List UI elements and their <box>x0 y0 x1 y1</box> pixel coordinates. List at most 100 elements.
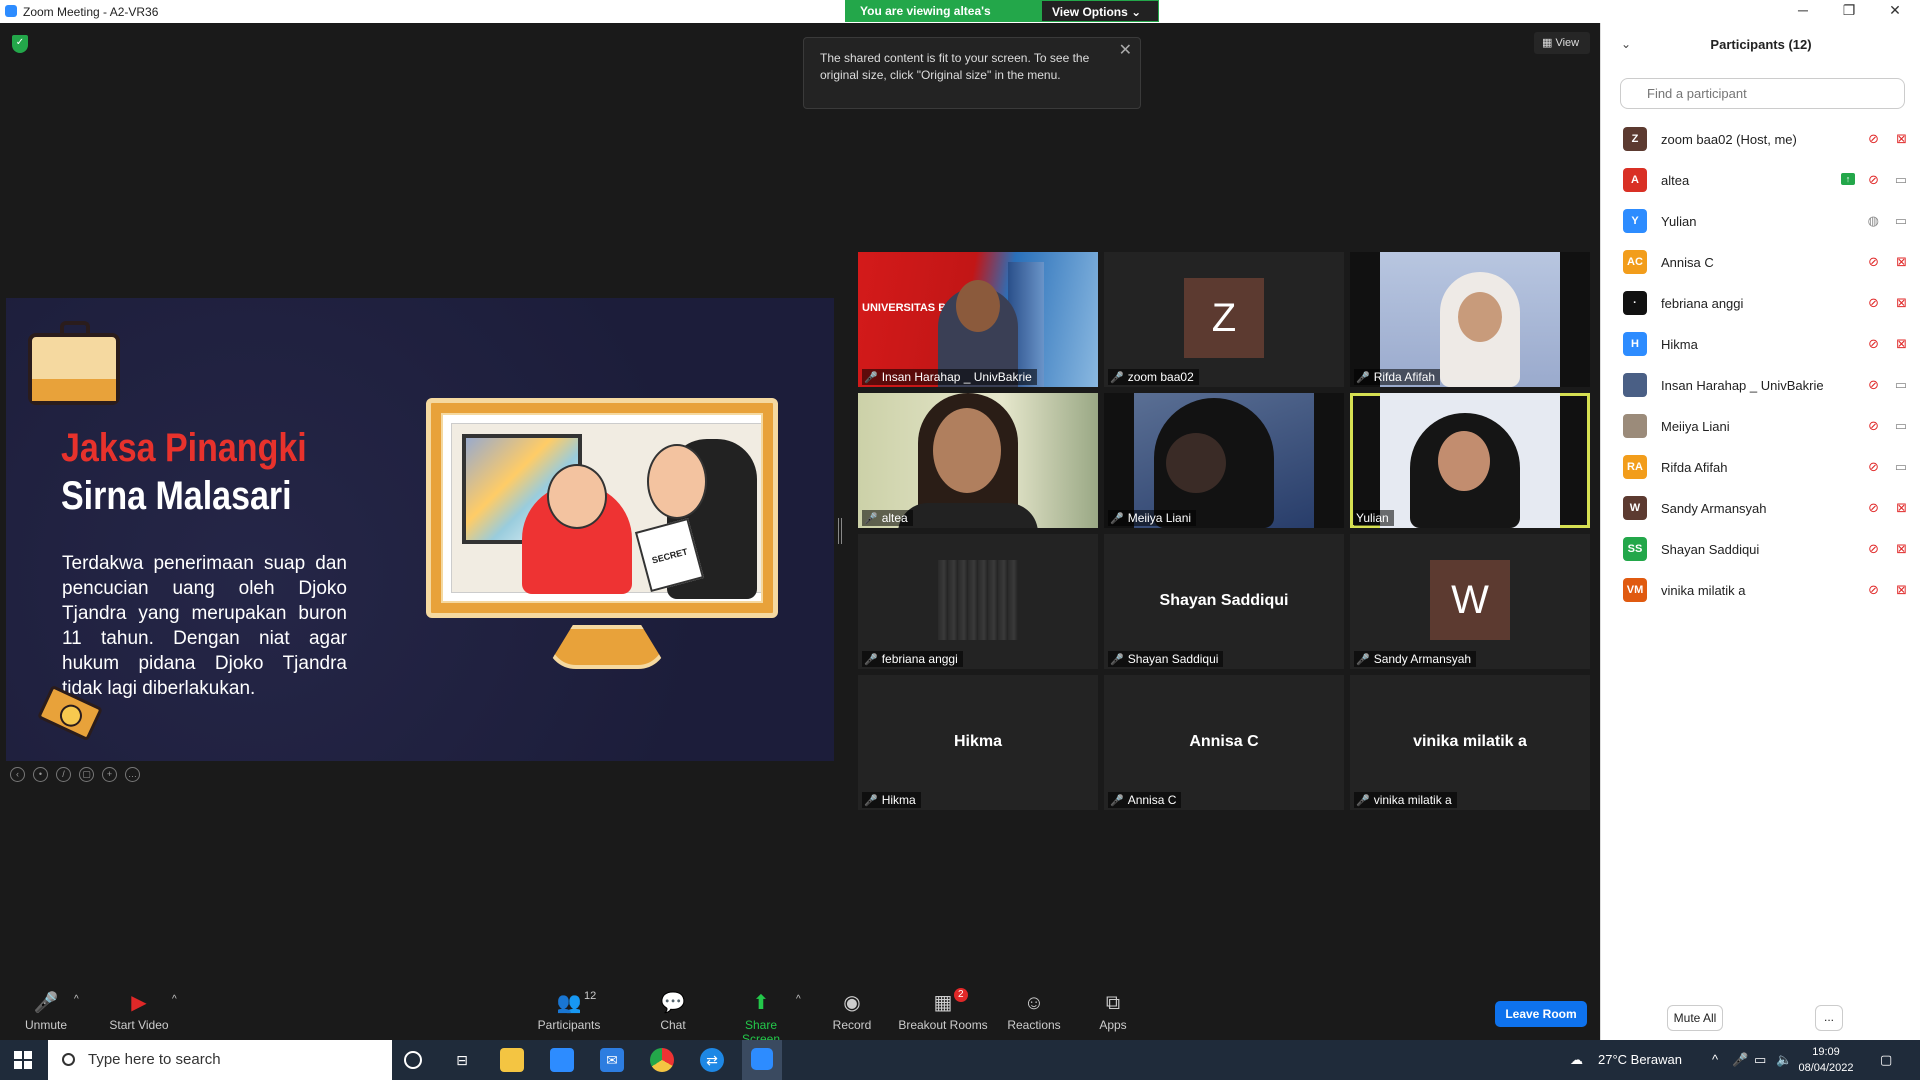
monitor-screen: SECRET <box>441 413 763 603</box>
mute-all-button[interactable]: Mute All <box>1667 1005 1723 1031</box>
shared-screen[interactable]: Jaksa Pinangki Sirna Malasari Terdakwa p… <box>6 298 834 761</box>
more-icon[interactable]: … <box>125 767 140 782</box>
tile-name: Hikma <box>881 793 916 807</box>
minimize-button[interactable]: ─ <box>1780 0 1826 23</box>
tray-expand-icon[interactable]: ^ <box>1712 1052 1718 1067</box>
view-options-button[interactable]: View Options ⌄ <box>1041 0 1159 22</box>
video-tile[interactable]: Annisa C 🎤 Annisa C <box>1104 675 1344 810</box>
briefcase-handle <box>60 321 90 335</box>
tile-name-label: 🎤 Sandy Armansyah <box>1354 651 1477 667</box>
avatar: · <box>1623 291 1647 315</box>
more-options-button[interactable]: ... <box>1815 1005 1843 1031</box>
mic-muted-icon: ⊘ <box>1868 254 1879 269</box>
task-view-icon[interactable]: ⊟ <box>450 1048 474 1072</box>
reactions-icon: ☺ <box>1023 992 1045 1014</box>
reactions-button[interactable]: ☺ Reactions <box>1006 992 1062 1032</box>
share-options-caret-icon[interactable]: ^ <box>796 994 801 1005</box>
leave-room-button[interactable]: Leave Room <box>1495 1001 1587 1027</box>
window-title: Zoom Meeting - A2-VR36 <box>23 5 159 19</box>
participant-row[interactable]: RA Rifda Afifah ⊘ ▭ <box>1601 447 1920 488</box>
taskbar-search-box[interactable]: Type here to search <box>48 1040 392 1080</box>
video-tile[interactable]: UNIVERSITAS BAKRIE 🎤 Insan Harahap _ Univ… <box>858 252 1098 387</box>
zoom-taskbar-icon[interactable] <box>742 1040 782 1080</box>
chat-button[interactable]: 💬 Chat <box>656 992 690 1032</box>
tile-name: Yulian <box>1356 511 1389 525</box>
avatar: W <box>1623 496 1647 520</box>
file-explorer-icon[interactable] <box>500 1048 524 1072</box>
tile-name-label: 🎤 vinika milatik a <box>1354 792 1457 808</box>
apps-label: Apps <box>1099 1018 1127 1032</box>
video-tile[interactable]: 🎤 altea <box>858 393 1098 528</box>
participant-search-input[interactable] <box>1620 78 1905 109</box>
mail-icon[interactable]: ✉ <box>600 1048 624 1072</box>
pen-icon[interactable]: / <box>56 767 71 782</box>
video-tile[interactable]: 🎤 Rifda Afifah <box>1350 252 1590 387</box>
apps-button[interactable]: ⧉ Apps <box>1098 992 1128 1032</box>
audio-options-caret-icon[interactable]: ^ <box>74 994 79 1005</box>
participant-row[interactable]: AC Annisa C ⊘ ⊠ <box>1601 242 1920 283</box>
participant-row[interactable]: Y Yulian ◍ ▭ <box>1601 201 1920 242</box>
slide-heading-white: Sirna Malasari <box>61 474 292 518</box>
restore-button[interactable]: ❐ <box>1826 0 1872 23</box>
network-icon[interactable]: ▭ <box>1754 1052 1766 1068</box>
participant-row[interactable]: VM vinika milatik a ⊘ ⊠ <box>1601 570 1920 611</box>
participant-name: Sandy Armansyah <box>1661 501 1767 516</box>
prev-icon[interactable]: ‹ <box>10 767 25 782</box>
volume-icon[interactable]: 🔈 <box>1776 1052 1792 1068</box>
start-video-button[interactable]: ▶ Start Video <box>106 992 172 1032</box>
record-button[interactable]: ◉ Record <box>830 992 874 1032</box>
video-options-caret-icon[interactable]: ^ <box>172 994 177 1005</box>
tile-name: febriana anggi <box>881 652 958 666</box>
clock-date: 08/04/2022 <box>1798 1062 1854 1074</box>
windows-start-icon[interactable] <box>14 1051 32 1069</box>
participant-row[interactable]: SS Shayan Saddiqui ⊘ ⊠ <box>1601 529 1920 570</box>
active-speaker-tile[interactable]: Yulian <box>1350 393 1590 528</box>
video-off-icon: ▶ <box>131 992 147 1014</box>
taskbar-clock[interactable]: 19:09 08/04/2022 <box>1796 1044 1856 1076</box>
video-tile[interactable]: 🎤 Meiiya Liani <box>1104 393 1344 528</box>
panel-splitter[interactable] <box>838 518 842 544</box>
screen-icon[interactable]: ▢ <box>79 767 94 782</box>
video-tile[interactable]: vinika milatik a 🎤 vinika milatik a <box>1350 675 1590 810</box>
participant-row[interactable]: Meiiya Liani ⊘ ▭ <box>1601 406 1920 447</box>
video-tile[interactable]: W 🎤 Sandy Armansyah <box>1350 534 1590 669</box>
mic-muted-icon: 🎤 <box>1356 795 1370 807</box>
view-layout-button[interactable]: ▦ View <box>1534 32 1590 54</box>
video-tile[interactable]: Z 🎤 zoom baa02 <box>1104 252 1344 387</box>
chrome-icon[interactable] <box>650 1048 674 1072</box>
teamviewer-icon[interactable]: ⇄ <box>700 1048 724 1072</box>
weather-text[interactable]: 27°C Berawan <box>1598 1052 1682 1067</box>
mic-muted-icon: 🎤 <box>1356 372 1370 384</box>
participant-row[interactable]: Aaltea ↑ ⊘ ▭ <box>1601 160 1920 201</box>
participant-row[interactable]: Insan Harahap _ UnivBakrie ⊘ ▭ <box>1601 365 1920 406</box>
close-button[interactable]: ✕ <box>1872 0 1918 23</box>
participant-name: vinika milatik a <box>1661 583 1746 598</box>
participants-count: 12 <box>584 990 597 1002</box>
video-tile[interactable]: 🎤 febriana anggi <box>858 534 1098 669</box>
participant-name: altea <box>1661 173 1690 188</box>
zoom-icon[interactable]: + <box>102 767 117 782</box>
tooltip-close-icon[interactable]: ✕ <box>1119 42 1132 59</box>
mic-muted-icon: ⊘ <box>1868 295 1879 310</box>
participant-row[interactable]: H Hikma ⊘ ⊠ <box>1601 324 1920 365</box>
cortana-icon[interactable] <box>404 1051 422 1069</box>
participant-row[interactable]: Zzoom baa02 (Host, me) ⊘ ⊠ <box>1601 119 1920 160</box>
video-tile[interactable]: Hikma 🎤 Hikma <box>858 675 1098 810</box>
notifications-icon[interactable]: ▢ <box>1880 1052 1892 1068</box>
pointer-icon[interactable]: • <box>33 767 48 782</box>
breakout-rooms-button[interactable]: ▦ Breakout Rooms <box>898 992 988 1032</box>
store-icon[interactable] <box>550 1048 574 1072</box>
video-icon: ▭ <box>1894 172 1907 187</box>
participant-row[interactable]: W Sandy Armansyah ⊘ ⊠ <box>1601 488 1920 529</box>
participant-name: febriana anggi <box>1661 296 1744 311</box>
video-icon: ▭ <box>1894 459 1907 474</box>
encryption-shield-icon[interactable]: ✓ <box>12 35 28 53</box>
unmute-button[interactable]: 🎤 Unmute <box>22 992 70 1032</box>
participant-row[interactable]: · febriana anggi ⊘ ⊠ <box>1601 283 1920 324</box>
video-icon: ▭ <box>1894 377 1907 392</box>
slide-body-text: Terdakwa penerimaan suap dan pencucian u… <box>62 553 347 699</box>
tile-name: Annisa C <box>1127 793 1177 807</box>
video-tile[interactable]: Shayan Saddiqui 🎤 Shayan Saddiqui <box>1104 534 1344 669</box>
tile-display-name: Shayan Saddiqui <box>1159 592 1289 609</box>
share-screen-button[interactable]: ⬆ Share Screen <box>726 992 796 1046</box>
